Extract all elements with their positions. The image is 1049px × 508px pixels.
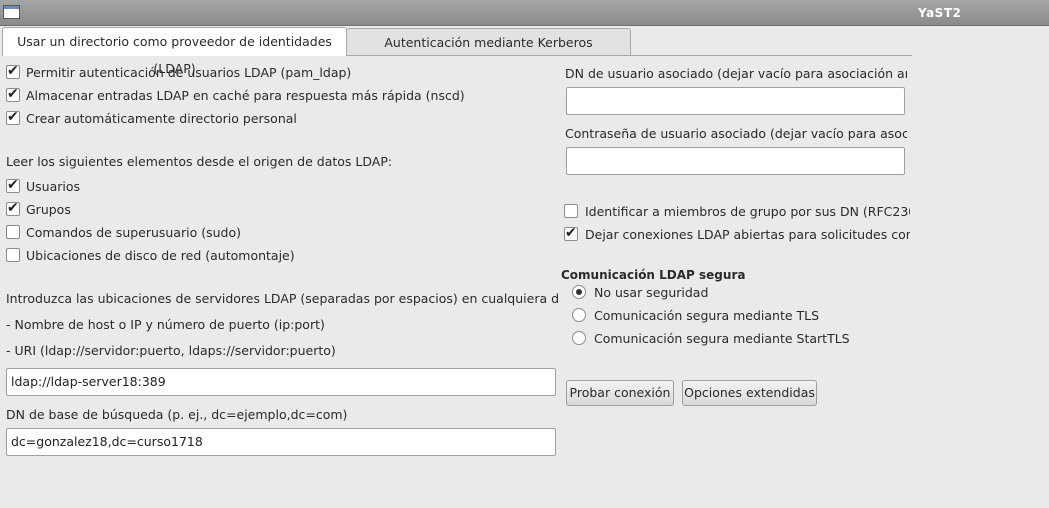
- title-bar: YaST2: [0, 0, 1049, 26]
- tab-kerberos[interactable]: Autenticación mediante Kerberos: [346, 28, 631, 55]
- groups-label: Grupos: [26, 202, 71, 217]
- test-connection-button[interactable]: Probar conexión: [566, 380, 674, 406]
- automount-label: Ubicaciones de disco de red (automontaje…: [26, 248, 295, 263]
- persistent-conn-label: Dejar conexiones LDAP abiertas para soli…: [585, 227, 910, 242]
- secure-comm-heading: Comunicación LDAP segura: [561, 268, 746, 282]
- base-dn-label: DN de base de búsqueda (p. ej., dc=ejemp…: [6, 407, 348, 422]
- servers-intro-text: Introduzca las ubicaciones de servidores…: [6, 291, 558, 306]
- tab-divider: [346, 55, 912, 56]
- create-home-label: Crear automáticamente directorio persona…: [26, 111, 297, 126]
- pam-ldap-checkbox[interactable]: [6, 63, 20, 79]
- persistent-conn-checkbox[interactable]: [564, 225, 578, 241]
- extended-options-button[interactable]: Opciones extendidas: [682, 380, 817, 406]
- rfc2307bis-checkbox[interactable]: [564, 204, 578, 218]
- tls-label: Comunicación segura mediante TLS: [594, 308, 820, 323]
- bind-password-input[interactable]: [566, 147, 905, 175]
- starttls-label: Comunicación segura mediante StartTLS: [594, 331, 850, 346]
- create-home-checkbox[interactable]: [6, 109, 20, 125]
- window-icon[interactable]: [3, 5, 20, 19]
- bind-dn-label: DN de usuario asociado (dejar vacío para…: [565, 66, 907, 81]
- window-title: YaST2: [918, 6, 962, 20]
- read-items-heading: Leer los siguientes elementos desde el o…: [6, 154, 393, 169]
- servers-hint-uri: - URI (ldap://servidor:puerto, ldaps://s…: [6, 343, 336, 358]
- no-security-radio[interactable]: [572, 285, 586, 299]
- sudo-label: Comandos de superusuario (sudo): [26, 225, 242, 240]
- base-dn-input[interactable]: dc=gonzalez18,dc=curso1718: [6, 428, 556, 456]
- users-label: Usuarios: [26, 179, 81, 194]
- nscd-cache-label: Almacenar entradas LDAP en caché para re…: [26, 88, 465, 103]
- no-security-label: No usar seguridad: [594, 285, 709, 300]
- tab-ldap[interactable]: Usar un directorio como proveedor de ide…: [2, 27, 347, 76]
- ldap-servers-input[interactable]: ldap://ldap-server18:389: [6, 368, 556, 396]
- starttls-radio[interactable]: [572, 331, 586, 345]
- groups-checkbox[interactable]: [6, 200, 20, 216]
- nscd-cache-checkbox[interactable]: [6, 86, 20, 102]
- bind-password-label: Contraseña de usuario asociado (dejar va…: [565, 126, 907, 141]
- servers-hint-host: - Nombre de host o IP y número de puerto…: [6, 317, 325, 332]
- users-checkbox[interactable]: [6, 177, 20, 193]
- bind-dn-input[interactable]: [566, 87, 905, 115]
- sudo-checkbox[interactable]: [6, 225, 20, 239]
- tls-radio[interactable]: [572, 308, 586, 322]
- rfc2307bis-label: Identificar a miembros de grupo por sus …: [585, 204, 910, 219]
- automount-checkbox[interactable]: [6, 248, 20, 262]
